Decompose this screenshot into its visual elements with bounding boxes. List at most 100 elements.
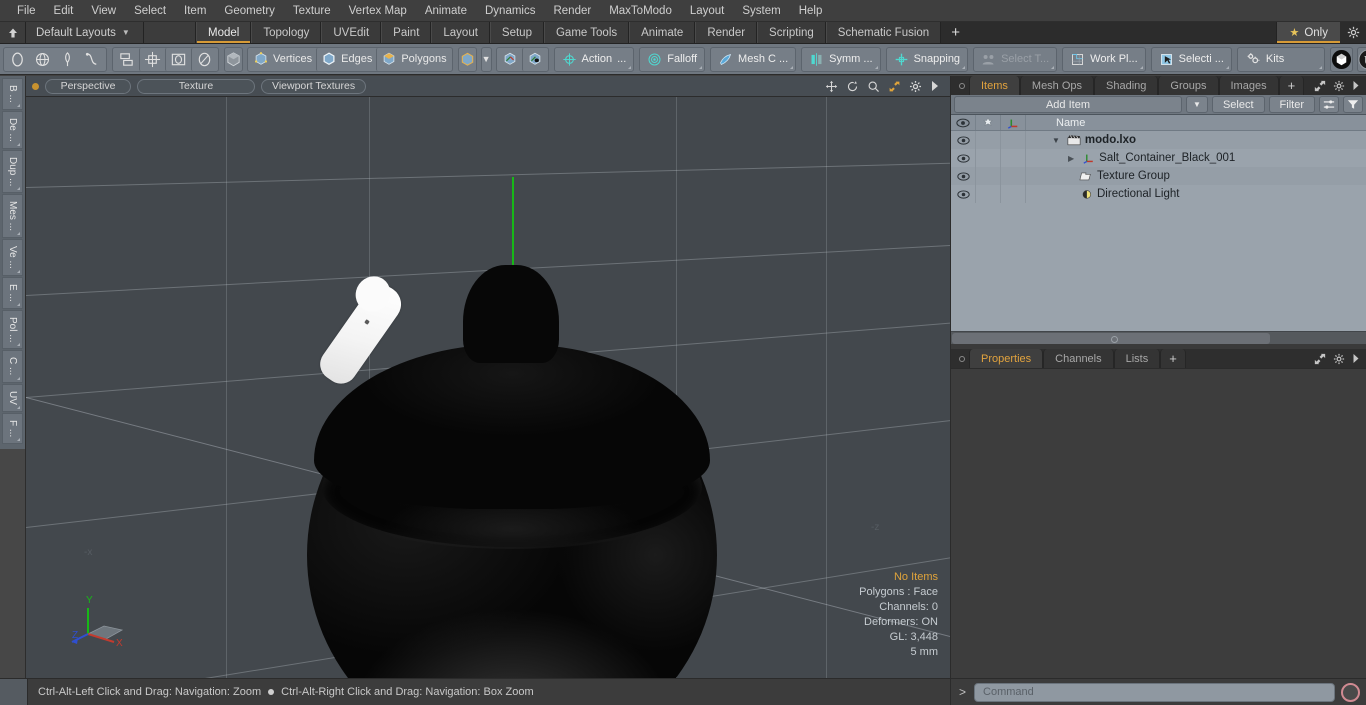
menu-item-render[interactable]: Render (544, 3, 600, 19)
menu-item-geometry[interactable]: Geometry (215, 3, 284, 19)
row-visibility-toggle[interactable] (951, 149, 976, 167)
list-item[interactable]: Texture Group (1026, 167, 1366, 185)
items-list-empty-space[interactable] (951, 203, 1366, 331)
table-row[interactable]: ▶ Salt_Container_Black_001 (951, 149, 1366, 167)
material-cube-icon[interactable] (457, 46, 477, 72)
add-item-button[interactable]: Add Item (954, 96, 1182, 113)
sphere-tool-icon[interactable] (30, 48, 55, 71)
properties-panel-content[interactable] (951, 368, 1366, 678)
row-transform-cell[interactable] (1001, 131, 1026, 149)
snapping-button[interactable]: Snapping (885, 46, 969, 72)
mesh-constraint-button[interactable]: Mesh C ... (710, 46, 797, 72)
tab-topology[interactable]: Topology (251, 22, 322, 43)
selection-mode-edges[interactable]: Edges (316, 47, 376, 71)
menu-item-file[interactable]: File (8, 3, 45, 19)
menu-item-view[interactable]: View (82, 3, 125, 19)
funnel-icon[interactable] (1343, 96, 1363, 113)
select-through-button[interactable]: Select T... (973, 46, 1058, 72)
chevron-right-icon[interactable] (1352, 353, 1360, 364)
table-row[interactable]: ▼ modo.lxo (951, 131, 1366, 149)
list-options-icon[interactable] (1319, 96, 1339, 113)
row-visibility-toggle[interactable] (951, 185, 976, 203)
tab-schematic-fusion[interactable]: Schematic Fusion (825, 22, 942, 43)
tab-images[interactable]: Images (1218, 76, 1279, 95)
modo-logo-icon[interactable] (1329, 46, 1353, 72)
menu-item-layout[interactable]: Layout (681, 3, 734, 19)
row-lock-cell[interactable] (976, 185, 1001, 203)
row-lock-cell[interactable] (976, 167, 1001, 185)
item-mode-cube-icon[interactable] (224, 46, 243, 72)
center-tool-icon[interactable] (139, 47, 165, 71)
work-plane-button[interactable]: Work Pl... (1062, 46, 1146, 72)
chevron-right-icon[interactable] (1352, 80, 1360, 91)
left-tab-uv[interactable]: UV (2, 383, 23, 412)
select-button[interactable]: Select (1211, 96, 1265, 113)
left-tab-mesh-edit[interactable]: Mes ... (2, 194, 23, 239)
zoom-magnifier-icon[interactable] (867, 80, 880, 93)
menu-item-help[interactable]: Help (790, 3, 832, 19)
tab-paint[interactable]: Paint (381, 22, 432, 43)
gear-icon[interactable] (1340, 22, 1366, 43)
tab-properties[interactable]: Properties (969, 349, 1044, 368)
tab-shading[interactable]: Shading (1094, 76, 1159, 95)
maximize-icon[interactable] (888, 80, 901, 93)
tab-scripting[interactable]: Scripting (757, 22, 826, 43)
tab-setup[interactable]: Setup (489, 22, 544, 43)
tab-items[interactable]: Items (969, 76, 1020, 95)
triangle-down-icon[interactable]: ▼ (1052, 136, 1060, 145)
material-dropdown-button[interactable]: ▼ (480, 46, 492, 72)
gear-icon[interactable] (909, 80, 922, 93)
table-row[interactable]: Texture Group (951, 167, 1366, 185)
curve-tool-icon[interactable] (80, 48, 105, 71)
3d-viewport[interactable]: -x -z No Items Polygons : Face Channels:… (26, 97, 950, 678)
row-visibility-toggle[interactable] (951, 167, 976, 185)
frame-tool-icon[interactable] (165, 47, 191, 71)
tab-lists[interactable]: Lists (1113, 349, 1161, 368)
selection-set-button[interactable]: Selecti ... (1150, 46, 1232, 72)
pen-tool-icon[interactable] (55, 48, 80, 71)
kits-button[interactable]: Kits (1236, 46, 1325, 72)
add-tab-button[interactable]: + (941, 22, 970, 43)
home-arrow-icon[interactable] (0, 22, 26, 43)
left-tab-vertex[interactable]: Ve ... (2, 239, 23, 276)
circle-tool-icon[interactable] (5, 48, 30, 71)
falloff-button[interactable]: Falloff (639, 46, 706, 72)
left-tab-duplicate[interactable]: Dup ... (2, 149, 23, 194)
tab-game-tools[interactable]: Game Tools (543, 22, 630, 43)
action-center-button[interactable]: Action ... (553, 46, 635, 72)
expand-icon[interactable] (1314, 80, 1326, 92)
align-tool-icon[interactable] (114, 48, 139, 71)
command-input[interactable]: Command (974, 682, 1335, 702)
record-circle-icon[interactable] (1341, 682, 1360, 702)
items-tree-list[interactable]: Name ▼ modo.lxo ▶ Salt_Container_Black_0… (951, 115, 1366, 344)
rotate-icon[interactable] (846, 80, 859, 93)
left-tab-deform[interactable]: De ... (2, 110, 23, 149)
triangle-right-icon[interactable]: ▶ (1068, 154, 1074, 163)
menu-item-system[interactable]: System (733, 3, 789, 19)
pan-icon[interactable] (825, 80, 838, 93)
viewport-view-selector[interactable]: Perspective (45, 78, 131, 94)
left-tab-fusion[interactable]: F ... (2, 412, 23, 444)
row-transform-cell[interactable] (1001, 149, 1026, 167)
left-tab-basic[interactable]: B ... (2, 78, 23, 110)
selection-mode-polygons[interactable]: Polygons (376, 47, 450, 71)
menu-item-vertex-map[interactable]: Vertex Map (340, 3, 416, 19)
row-transform-cell[interactable] (1001, 185, 1026, 203)
row-transform-cell[interactable] (1001, 167, 1026, 185)
tab-mesh-ops[interactable]: Mesh Ops (1019, 76, 1095, 95)
row-lock-cell[interactable] (976, 131, 1001, 149)
viewport-shading-selector[interactable]: Texture (137, 78, 255, 94)
list-item[interactable]: ▼ modo.lxo (1026, 131, 1366, 149)
menu-item-item[interactable]: Item (175, 3, 215, 19)
left-tab-curve[interactable]: C ... (2, 350, 23, 383)
selection-mode-vertices[interactable]: Vertices (249, 48, 316, 71)
list-item[interactable]: ▶ Salt_Container_Black_001 (1026, 149, 1366, 167)
only-toggle-button[interactable]: ★ Only (1276, 22, 1340, 43)
tab-render[interactable]: Render (695, 22, 758, 43)
scrollbar-thumb[interactable] (952, 332, 1270, 344)
add-item-dropdown[interactable]: ▼ (1185, 96, 1208, 113)
left-tab-edge[interactable]: E ... (2, 276, 23, 309)
layout-selector[interactable]: Default Layouts ▼ (26, 22, 144, 43)
chevron-right-icon[interactable] (930, 80, 940, 92)
menu-item-maxtomodo[interactable]: MaxToModo (600, 3, 681, 19)
